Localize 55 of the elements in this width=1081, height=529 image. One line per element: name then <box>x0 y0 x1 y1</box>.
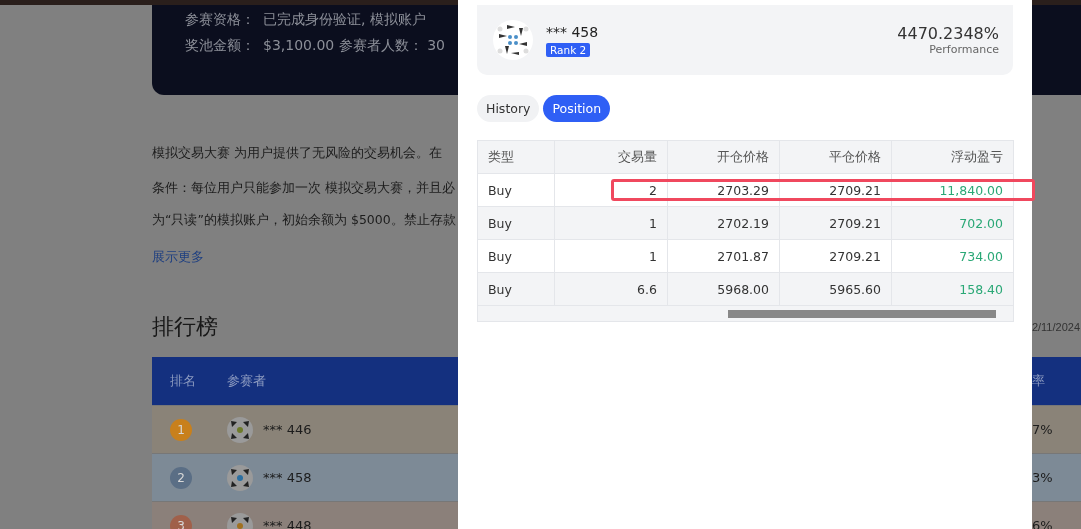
table-cell-text: 158.40 <box>958 280 1004 299</box>
conditions-text: 为“只读”的模拟账户，初始余额为 $5000。禁止存款 <box>152 212 457 228</box>
table-cell: 1 <box>555 240 668 272</box>
avatar-icon <box>493 20 533 60</box>
table-cell: Buy <box>478 273 555 305</box>
info-value: 已完成身份验证, 模拟账户 <box>263 11 426 29</box>
participant-name: *** 458 <box>263 470 312 485</box>
avatar-icon <box>227 464 253 491</box>
table-cell-text: 7% <box>1032 422 1054 437</box>
column-header: 率 <box>1032 372 1046 390</box>
table-cell: Buy <box>478 240 555 272</box>
table-cell: 2703.29 <box>668 174 780 206</box>
rank-badge: Rank 2 <box>546 42 591 57</box>
tab[interactable]: History <box>477 95 540 122</box>
column-header: 参赛者 <box>227 372 267 390</box>
participant-name: *** 446 <box>263 422 312 437</box>
date-text: 2/11/2024 <box>1031 321 1081 333</box>
table-cell: 5965.60 <box>780 273 892 305</box>
column-header: 排名 <box>169 372 197 390</box>
scrollbar[interactable] <box>478 306 1013 321</box>
column-header: 浮动盈亏 <box>950 147 1004 166</box>
avatar-icon <box>227 416 253 443</box>
table-cell: 2709.21 <box>780 207 892 239</box>
table-cell-text: 702.00 <box>958 214 1004 233</box>
info-label: 奖池金额： <box>185 37 255 55</box>
table-cell: 2701.87 <box>668 240 780 272</box>
rank-badge: 2 <box>170 466 192 489</box>
column-header: 平仓价格 <box>780 141 892 173</box>
table-cell: Buy <box>478 174 555 206</box>
table-cell: 2 <box>555 174 668 206</box>
table-cell-text: 3% <box>1032 470 1054 485</box>
user-name: *** 458 <box>546 23 599 40</box>
table-cell-text: 734.00 <box>958 247 1004 266</box>
table-cell: Buy <box>478 207 555 239</box>
table-cell: 2709.21 <box>780 240 892 272</box>
table-cell: 5968.00 <box>668 273 780 305</box>
info-label: 参赛资格： <box>185 11 255 29</box>
table-cell: 2709.21 <box>780 174 892 206</box>
table-cell: 1 <box>555 207 668 239</box>
show-more-link[interactable]: 展示更多 <box>152 248 204 266</box>
info-value: $3,100.00 参赛者人数： 30 <box>263 37 445 55</box>
column-header: 类型 <box>478 141 555 173</box>
leaderboard-title: 排行榜 <box>152 313 218 341</box>
table-cell-text: 11,840.00 <box>938 181 1004 200</box>
table-cell: 2702.19 <box>668 207 780 239</box>
intro-text: 模拟交易大赛 为用户提供了无风险的交易机会。在 <box>152 145 443 161</box>
performance-value: 4470.2348% <box>897 24 999 43</box>
rank-badge: 3 <box>170 514 192 529</box>
performance-label: Performance <box>929 43 999 56</box>
column-header: 开仓价格 <box>668 141 780 173</box>
column-header: 交易量 <box>555 141 668 173</box>
scrollbar-thumb[interactable] <box>728 310 996 318</box>
tab[interactable]: Position <box>543 95 611 122</box>
table-cell: 6.6 <box>555 273 668 305</box>
rank-badge: 1 <box>170 418 192 441</box>
